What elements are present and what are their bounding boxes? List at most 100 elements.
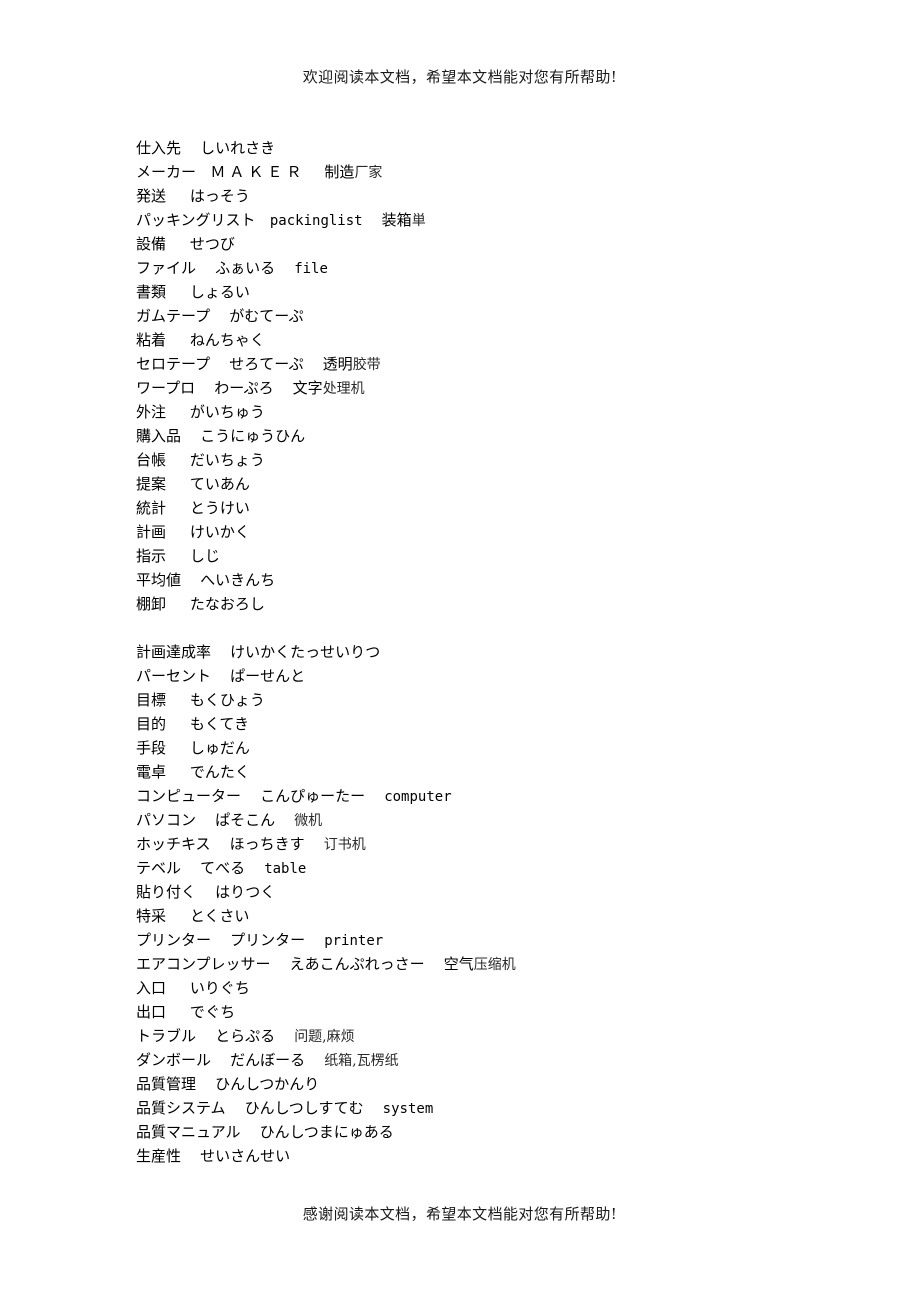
entry-term: 品質システム bbox=[136, 1099, 226, 1117]
entry-reading: がむてーぷ bbox=[229, 307, 304, 325]
entry-chinese: 微机 bbox=[294, 813, 323, 829]
glossary-entry: 計画達成率 けいかくたっせいりつ bbox=[136, 640, 876, 664]
entry-term: 外注 bbox=[136, 403, 167, 421]
entry-term: セロテープ bbox=[136, 355, 211, 373]
entry-chinese: 压缩机 bbox=[473, 957, 516, 973]
glossary-entry: 目的 もくてき bbox=[136, 712, 876, 736]
entry-reading: ぱーせんと bbox=[230, 667, 306, 685]
entry-reading: しゅだん bbox=[189, 739, 250, 757]
glossary-entry: メーカー ＭＡＫＥＲ 制造厂家 bbox=[136, 160, 876, 184]
entry-term: ホッチキス bbox=[136, 835, 211, 853]
entry-reading: ほっちきす bbox=[229, 835, 305, 853]
entry-spacer bbox=[166, 451, 190, 469]
entry-reading: こうにゅうひん bbox=[200, 427, 306, 445]
entry-term: 計画達成率 bbox=[136, 643, 212, 661]
entry-spacer bbox=[196, 1027, 215, 1045]
glossary-entry: ダンボール だんぼーる 纸箱,瓦楞纸 bbox=[136, 1048, 876, 1072]
entry-term: 書類 bbox=[136, 283, 167, 301]
entry-spacer bbox=[196, 259, 215, 277]
entry-reading: ひんしつかんり bbox=[215, 1075, 320, 1093]
entry-reading: てべる bbox=[200, 859, 246, 877]
entry-reading: せつび bbox=[189, 235, 235, 253]
glossary-entry: セロテープ せろてーぷ 透明胶带 bbox=[136, 352, 876, 376]
glossary-entry: 書類 しょるい bbox=[136, 280, 876, 304]
glossary-entry: ホッチキス ほっちきす 订书机 bbox=[136, 832, 876, 856]
entry-chinese-gothic: 空气 bbox=[443, 955, 474, 973]
entry-reading: へいきんち bbox=[200, 571, 276, 589]
entry-term: 目標 bbox=[136, 691, 167, 709]
entry-spacer bbox=[241, 787, 260, 805]
entry-term: 入口 bbox=[136, 979, 167, 997]
entry-term: ダンボール bbox=[136, 1051, 212, 1069]
entry-reading: ていあん bbox=[189, 475, 250, 493]
entry-reading: ひんしつまにゅある bbox=[259, 1123, 394, 1141]
entry-term: 品質管理 bbox=[136, 1075, 197, 1093]
entry-term: ファイル bbox=[136, 259, 197, 277]
entry-spacer bbox=[364, 1099, 383, 1117]
entry-spacer bbox=[181, 571, 200, 589]
glossary-entry: 統計 とうけい bbox=[136, 496, 876, 520]
entry-chinese-gothic: 透明 bbox=[322, 355, 353, 373]
entry-spacer bbox=[166, 907, 190, 925]
entry-spacer bbox=[256, 211, 270, 229]
glossary-entry: 平均値 へいきんち bbox=[136, 568, 876, 592]
glossary-entry: ワープロ わーぷろ 文字处理机 bbox=[136, 376, 876, 400]
entry-term: 品質マニュアル bbox=[136, 1123, 241, 1141]
entry-spacer bbox=[196, 1075, 215, 1093]
entry-spacer bbox=[305, 1051, 324, 1069]
entry-term: 生産性 bbox=[136, 1147, 182, 1165]
entry-term: 計画 bbox=[136, 523, 167, 541]
entry-reading: しいれさき bbox=[200, 139, 276, 157]
entry-chinese: 単 bbox=[411, 213, 426, 229]
glossary-entry: テベル てべる table bbox=[136, 856, 876, 880]
entry-chinese: 胶带 bbox=[352, 357, 381, 373]
entry-term: 提案 bbox=[136, 475, 167, 493]
glossary-entry: 発送 はっそう bbox=[136, 184, 876, 208]
glossary-body: 仕入先 しいれさき メーカー ＭＡＫＥＲ 制造厂家 発送 はっそう パッキングリスト … bbox=[136, 136, 876, 1168]
entry-spacer bbox=[365, 787, 384, 805]
entry-spacer bbox=[211, 667, 230, 685]
entry-spacer bbox=[166, 763, 190, 781]
entry-reading: もくてき bbox=[189, 715, 249, 733]
entry-reading: ふぁいる bbox=[215, 259, 276, 277]
entry-spacer bbox=[226, 1099, 245, 1117]
entry-spacer bbox=[195, 379, 214, 397]
entry-spacer bbox=[425, 955, 444, 973]
glossary-entry: パソコン ぱそこん 微机 bbox=[136, 808, 876, 832]
glossary-entry: 粘着 ねんちゃく bbox=[136, 328, 876, 352]
entry-spacer bbox=[181, 427, 200, 445]
entry-latin: packinglist bbox=[269, 213, 363, 229]
glossary-entry: 電卓 でんたく bbox=[136, 760, 876, 784]
header-watermark: 欢迎阅读本文档，希望本文档能对您有所帮助! bbox=[302, 68, 618, 86]
glossary-entry: ガムテープ がむてーぷ bbox=[136, 304, 876, 328]
document-page: 欢迎阅读本文档，希望本文档能对您有所帮助! 仕入先 しいれさき メーカー ＭＡＫＥ… bbox=[0, 0, 920, 1302]
footer-watermark: 感谢阅读本文档，希望本文档能对您有所帮助! bbox=[302, 1205, 618, 1223]
entry-reading: しじ bbox=[189, 547, 220, 565]
entry-spacer bbox=[275, 259, 294, 277]
glossary-entry: 購入品 こうにゅうひん bbox=[136, 424, 876, 448]
entry-reading: でんたく bbox=[189, 763, 250, 781]
glossary-entry: 品質マニュアル ひんしつまにゅある bbox=[136, 1120, 876, 1144]
entry-spacer bbox=[211, 1051, 230, 1069]
entry-spacer bbox=[166, 187, 190, 205]
entry-spacer bbox=[166, 547, 190, 565]
entry-term: ワープロ bbox=[136, 379, 196, 397]
glossary-entry: パッキングリスト packinglist 装箱単 bbox=[136, 208, 876, 232]
entry-spacer bbox=[166, 739, 190, 757]
entry-term: エアコンプレッサー bbox=[136, 955, 271, 973]
entry-spacer bbox=[166, 331, 190, 349]
entry-spacer bbox=[211, 643, 230, 661]
entry-reading: はっそう bbox=[189, 187, 250, 205]
entry-spacer bbox=[196, 811, 215, 829]
entry-spacer bbox=[196, 163, 210, 181]
entry-latin: computer bbox=[384, 789, 452, 805]
entry-spacer bbox=[210, 355, 229, 373]
glossary-entry: ファイル ふぁいる file bbox=[136, 256, 876, 280]
entry-reading: せろてーぷ bbox=[229, 355, 304, 373]
entry-chinese-gothic: 制造 bbox=[324, 163, 355, 181]
entry-spacer bbox=[363, 211, 382, 229]
entry-reading: けいかく bbox=[189, 523, 250, 541]
entry-reading: せいさんせい bbox=[200, 1147, 291, 1165]
glossary-entry: 設備 せつび bbox=[136, 232, 876, 256]
entry-latin: system bbox=[382, 1101, 434, 1117]
